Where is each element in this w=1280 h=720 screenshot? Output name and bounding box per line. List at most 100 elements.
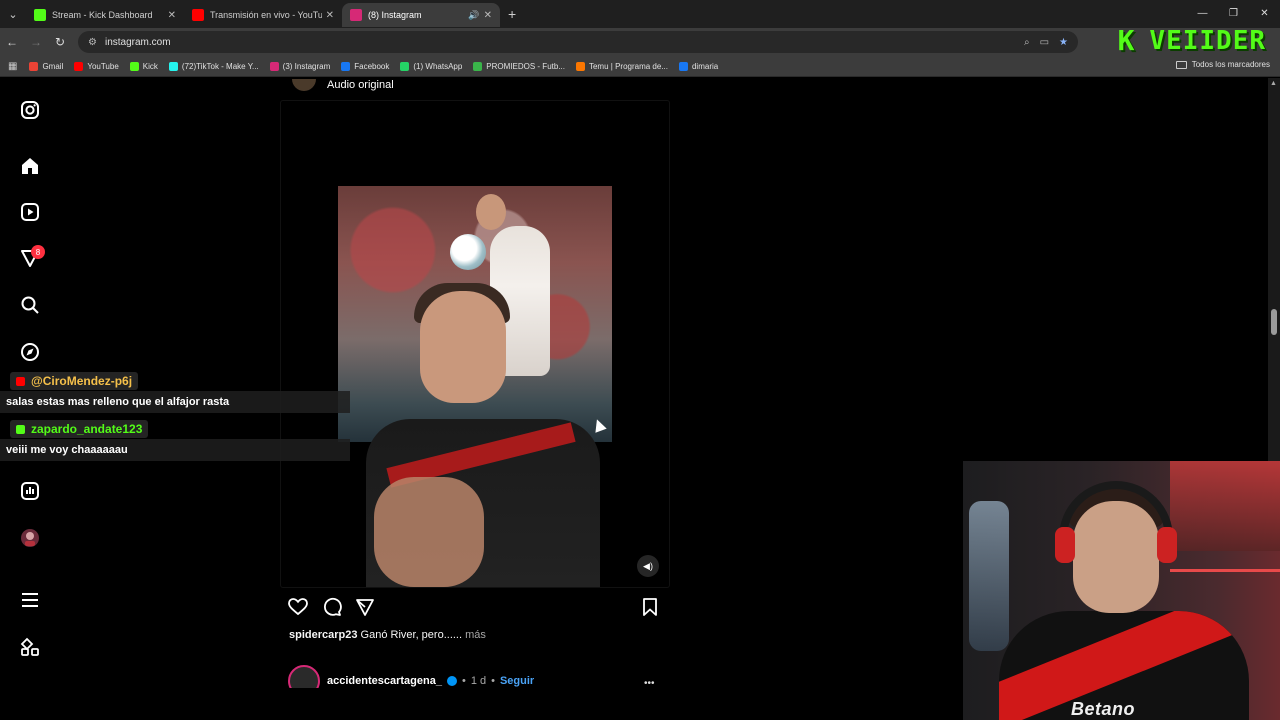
bookmark-promiedos[interactable]: PROMIEDOS - Futb...: [473, 61, 565, 71]
tab-instagram[interactable]: (8) Instagram 🔊 ✕: [342, 3, 500, 27]
bookmark-label: Facebook: [354, 61, 390, 71]
bookmark-whatsapp[interactable]: (1) WhatsApp: [400, 61, 462, 71]
more-apps-icon[interactable]: [19, 636, 41, 658]
folder-icon: [1175, 60, 1187, 69]
channel-logo-overlay: K VEIIDER: [1118, 24, 1266, 57]
chat-username: @CiroMendez-p6j: [31, 374, 133, 388]
bookmark-label: dimaria: [691, 61, 719, 71]
share-icon[interactable]: [354, 596, 376, 618]
instagram-icon: [269, 61, 279, 71]
more-options-icon[interactable]: •••: [644, 678, 655, 688]
tab-search-icon[interactable]: ⌄: [0, 1, 26, 27]
bookmark-gmail[interactable]: Gmail: [29, 61, 64, 71]
forward-icon[interactable]: →: [24, 35, 48, 49]
chat-text: salas estas mas relleno que el alfajor r…: [6, 396, 230, 408]
explore-icon[interactable]: [19, 341, 41, 363]
player-head: [476, 194, 506, 230]
instagram-logo-icon[interactable]: [19, 99, 41, 121]
audio-playing-icon[interactable]: 🔊: [468, 10, 479, 21]
bookmark-temu[interactable]: Temu | Programa de...: [575, 61, 668, 71]
scroll-thumb[interactable]: [1271, 309, 1277, 335]
kick-favicon-icon: [34, 9, 46, 21]
tab-title: Transmisión en vivo - YouTube: [210, 10, 322, 20]
reload-icon[interactable]: ↻: [48, 35, 72, 49]
profile-avatar[interactable]: [19, 527, 41, 549]
caption-username[interactable]: spidercarp23: [289, 629, 357, 641]
bookmark-label: (3) Instagram: [282, 61, 331, 71]
comment-icon[interactable]: [321, 596, 343, 618]
channel-name: VEIIDER: [1149, 25, 1266, 56]
omnibox-actions: ⌕ ▭ ★: [1024, 37, 1068, 48]
post-actions: [287, 596, 667, 618]
all-bookmarks-label: Todos los marcadores: [1191, 60, 1270, 69]
bookmark-instagram[interactable]: (3) Instagram: [269, 61, 331, 71]
apps-grid-icon[interactable]: ▦: [8, 61, 17, 72]
close-tab-icon[interactable]: ✕: [168, 10, 176, 21]
youtube-favicon-icon: [192, 9, 204, 21]
bookmark-dimaria[interactable]: dimaria: [678, 61, 719, 71]
presenter-figure: [366, 283, 600, 589]
follow-button[interactable]: Seguir: [500, 675, 534, 687]
promiedos-icon: [473, 61, 483, 71]
audio-avatar: [292, 79, 316, 91]
minimize-icon[interactable]: —: [1187, 0, 1218, 26]
red-led-light: [1170, 461, 1280, 551]
bookmark-youtube[interactable]: YouTube: [74, 61, 119, 71]
cast-icon[interactable]: ▭: [1040, 37, 1049, 48]
close-tab-icon[interactable]: ✕: [326, 10, 334, 21]
youtube-icon: [16, 376, 25, 386]
url-text: instagram.com: [104, 36, 171, 48]
close-tab-icon[interactable]: ✕: [484, 10, 492, 21]
bookmark-facebook[interactable]: Facebook: [341, 61, 390, 71]
search-icon[interactable]: [19, 294, 41, 316]
next-post-avatar[interactable]: [288, 665, 320, 688]
site-settings-icon[interactable]: ⚙: [88, 37, 97, 48]
tab-title: (8) Instagram: [368, 10, 422, 20]
headset-earcup-left: [1055, 527, 1075, 563]
next-post-header: accidentescartagena_ • 1 d • Seguir •••: [288, 665, 655, 688]
webcam-overlay: Betano: [963, 461, 1280, 720]
new-tab-icon[interactable]: +: [508, 6, 516, 22]
insights-icon[interactable]: [19, 480, 41, 502]
audio-info[interactable]: Audio original: [292, 78, 394, 92]
presenter-hand: [374, 477, 484, 587]
post-caption: spidercarp23 Ganó River, pero...... más: [289, 629, 486, 641]
caption-text: Ganó River, pero......: [360, 629, 463, 641]
next-post-username[interactable]: accidentescartagena_: [327, 675, 442, 687]
bookmark-label: (72)TikTok - Make Y...: [181, 61, 259, 71]
tab-youtube-live[interactable]: Transmisión en vivo - YouTube ✕: [184, 3, 342, 27]
close-window-icon[interactable]: ✕: [1249, 0, 1280, 26]
reels-icon[interactable]: [19, 201, 41, 223]
restore-icon[interactable]: ❐: [1218, 0, 1249, 26]
bookmark-label: Gmail: [42, 61, 64, 71]
bookmarks-bar: ▦ Gmail YouTube Kick (72)TikTok - Make Y…: [0, 56, 1280, 77]
menu-icon[interactable]: [19, 589, 41, 611]
scroll-up-icon[interactable]: ▲: [1270, 80, 1277, 87]
verified-badge-icon: [446, 676, 457, 686]
zoom-icon[interactable]: ⌕: [1024, 37, 1030, 48]
headset-earcup-right: [1157, 527, 1177, 563]
led-shelf: [1170, 569, 1280, 572]
home-icon[interactable]: [19, 155, 41, 177]
like-icon[interactable]: [287, 596, 309, 618]
save-icon[interactable]: [639, 596, 661, 618]
browser-toolbar: ← → ↻ ⚙ instagram.com ⌕ ▭ ★: [0, 28, 1280, 56]
all-bookmarks-button[interactable]: Todos los marcadores: [1175, 60, 1270, 69]
chat-username: zapardo_andate123: [31, 422, 143, 436]
tiktok-icon: [168, 61, 178, 71]
kick-icon: [16, 424, 25, 434]
bookmark-kick[interactable]: Kick: [129, 61, 158, 71]
volume-icon[interactable]: ◀): [637, 555, 659, 577]
tab-kick-dashboard[interactable]: Stream - Kick Dashboard ✕: [26, 3, 184, 27]
bookmark-label: Temu | Programa de...: [588, 61, 668, 71]
address-bar[interactable]: ⚙ instagram.com ⌕ ▭ ★: [78, 31, 1078, 53]
more-link[interactable]: más: [465, 629, 486, 641]
bookmark-tiktok[interactable]: (72)TikTok - Make Y...: [168, 61, 259, 71]
whatsapp-icon: [400, 61, 410, 71]
bookmark-label: PROMIEDOS - Futb...: [486, 61, 565, 71]
bookmark-label: YouTube: [87, 61, 119, 71]
reel-video[interactable]: ◀): [280, 100, 670, 588]
bookmark-star-icon[interactable]: ★: [1059, 37, 1068, 48]
back-icon[interactable]: ←: [0, 35, 24, 49]
facebook-icon: [678, 61, 688, 71]
